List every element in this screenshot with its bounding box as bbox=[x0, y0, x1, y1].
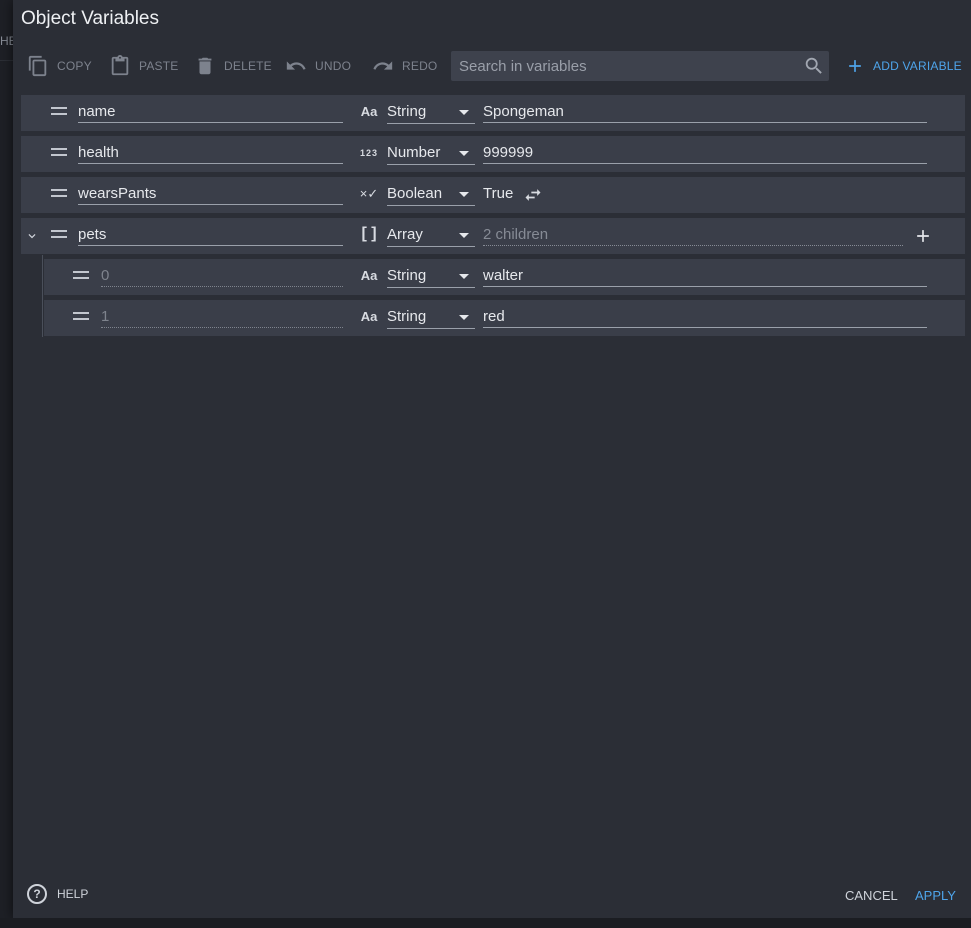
drag-handle-icon[interactable] bbox=[51, 107, 67, 117]
plus-icon bbox=[849, 60, 861, 72]
type-select-value: String bbox=[387, 308, 427, 325]
child-index-field: 1 bbox=[101, 306, 343, 328]
drag-handle-icon[interactable] bbox=[73, 312, 89, 322]
swap-icon[interactable] bbox=[523, 185, 543, 205]
variable-row: health 123 Number 999999 bbox=[21, 136, 965, 172]
caret-down-icon bbox=[459, 233, 469, 238]
add-child-icon[interactable] bbox=[913, 226, 933, 246]
copy-button[interactable]: COPY bbox=[27, 54, 92, 78]
background-bottom bbox=[0, 918, 971, 928]
child-variable-row: 1 Aa String red bbox=[44, 300, 965, 336]
boolean-value: True bbox=[483, 185, 514, 202]
copy-label: COPY bbox=[57, 59, 92, 73]
trash-icon bbox=[198, 57, 212, 75]
type-select[interactable]: String bbox=[387, 101, 475, 124]
string-type-icon: Aa bbox=[360, 309, 378, 324]
object-variables-dialog: Object Variables COPY PASTE DELETE UNDO … bbox=[13, 0, 971, 918]
caret-down-icon bbox=[459, 274, 469, 279]
type-select-value: Boolean bbox=[387, 185, 443, 202]
child-variable-row: 0 Aa String walter bbox=[44, 259, 965, 295]
delete-button[interactable]: DELETE bbox=[194, 54, 272, 78]
variable-row: wearsPants ×✓ Boolean True bbox=[21, 177, 965, 213]
variable-value-field[interactable]: 999999 bbox=[483, 142, 927, 164]
drag-handle-icon[interactable] bbox=[73, 271, 89, 281]
string-type-icon: Aa bbox=[360, 268, 378, 283]
children-count: 2 children bbox=[483, 224, 903, 246]
boolean-type-icon: ×✓ bbox=[359, 186, 379, 201]
undo-button[interactable]: UNDO bbox=[285, 54, 351, 78]
type-select[interactable]: String bbox=[387, 265, 475, 288]
toolbar: COPY PASTE DELETE UNDO REDO ADD VARIABLE bbox=[13, 50, 971, 82]
variable-name-field[interactable]: health bbox=[78, 142, 343, 164]
redo-button[interactable]: REDO bbox=[372, 54, 437, 78]
caret-down-icon bbox=[459, 192, 469, 197]
add-variable-label: ADD VARIABLE bbox=[873, 59, 962, 73]
drag-handle-icon[interactable] bbox=[51, 230, 67, 240]
paste-button[interactable]: PASTE bbox=[109, 54, 178, 78]
redo-icon bbox=[373, 61, 393, 70]
apply-button[interactable]: APPLY bbox=[915, 888, 956, 903]
type-select-value: String bbox=[387, 103, 427, 120]
paste-label: PASTE bbox=[139, 59, 179, 73]
variable-name-field[interactable]: wearsPants bbox=[78, 183, 343, 205]
cancel-button[interactable]: CANCEL bbox=[845, 888, 898, 903]
dialog-title: Object Variables bbox=[21, 8, 159, 29]
type-select-value: Number bbox=[387, 144, 441, 161]
background-window: HE bbox=[0, 0, 17, 928]
copy-icon bbox=[28, 55, 47, 77]
drag-handle-icon[interactable] bbox=[51, 148, 67, 158]
clipboard-icon bbox=[111, 55, 129, 76]
search-box bbox=[451, 51, 829, 81]
string-type-icon: Aa bbox=[360, 104, 378, 119]
background-divider bbox=[0, 60, 14, 61]
caret-down-icon bbox=[459, 315, 469, 320]
child-index-field: 0 bbox=[101, 265, 343, 287]
search-icon[interactable] bbox=[803, 55, 825, 77]
number-type-icon: 123 bbox=[359, 148, 379, 158]
caret-down-icon bbox=[459, 151, 469, 156]
type-select[interactable]: String bbox=[387, 306, 475, 329]
drag-handle-icon[interactable] bbox=[51, 189, 67, 199]
type-select[interactable]: Array bbox=[387, 224, 475, 247]
redo-label: REDO bbox=[402, 59, 438, 73]
delete-label: DELETE bbox=[224, 59, 272, 73]
variable-value-field[interactable]: Spongeman bbox=[483, 101, 927, 123]
variable-value-field[interactable]: walter bbox=[483, 265, 927, 287]
type-select[interactable]: Boolean bbox=[387, 183, 475, 206]
variable-row: name Aa String Spongeman bbox=[21, 95, 965, 131]
variable-name-field[interactable]: pets bbox=[78, 224, 343, 246]
help-button[interactable]: ? HELP bbox=[27, 884, 88, 904]
dialog-footer: ? HELP CANCEL APPLY bbox=[13, 880, 971, 910]
caret-down-icon bbox=[459, 110, 469, 115]
variable-value-field[interactable]: red bbox=[483, 306, 927, 328]
undo-label: UNDO bbox=[315, 59, 352, 73]
chevron-down-icon[interactable] bbox=[25, 229, 39, 243]
type-select[interactable]: Number bbox=[387, 142, 475, 165]
variable-name-field[interactable]: name bbox=[78, 101, 343, 123]
undo-icon bbox=[286, 61, 306, 70]
help-circle-icon: ? bbox=[27, 884, 47, 904]
add-variable-button[interactable]: ADD VARIABLE bbox=[845, 56, 962, 76]
type-select-value: Array bbox=[387, 226, 423, 243]
help-label: HELP bbox=[57, 887, 89, 901]
type-select-value: String bbox=[387, 267, 427, 284]
search-input[interactable] bbox=[451, 51, 791, 81]
variable-row: pets [ ] Array 2 children bbox=[21, 218, 965, 254]
tree-connector bbox=[42, 255, 43, 337]
array-type-icon: [ ] bbox=[361, 225, 377, 242]
